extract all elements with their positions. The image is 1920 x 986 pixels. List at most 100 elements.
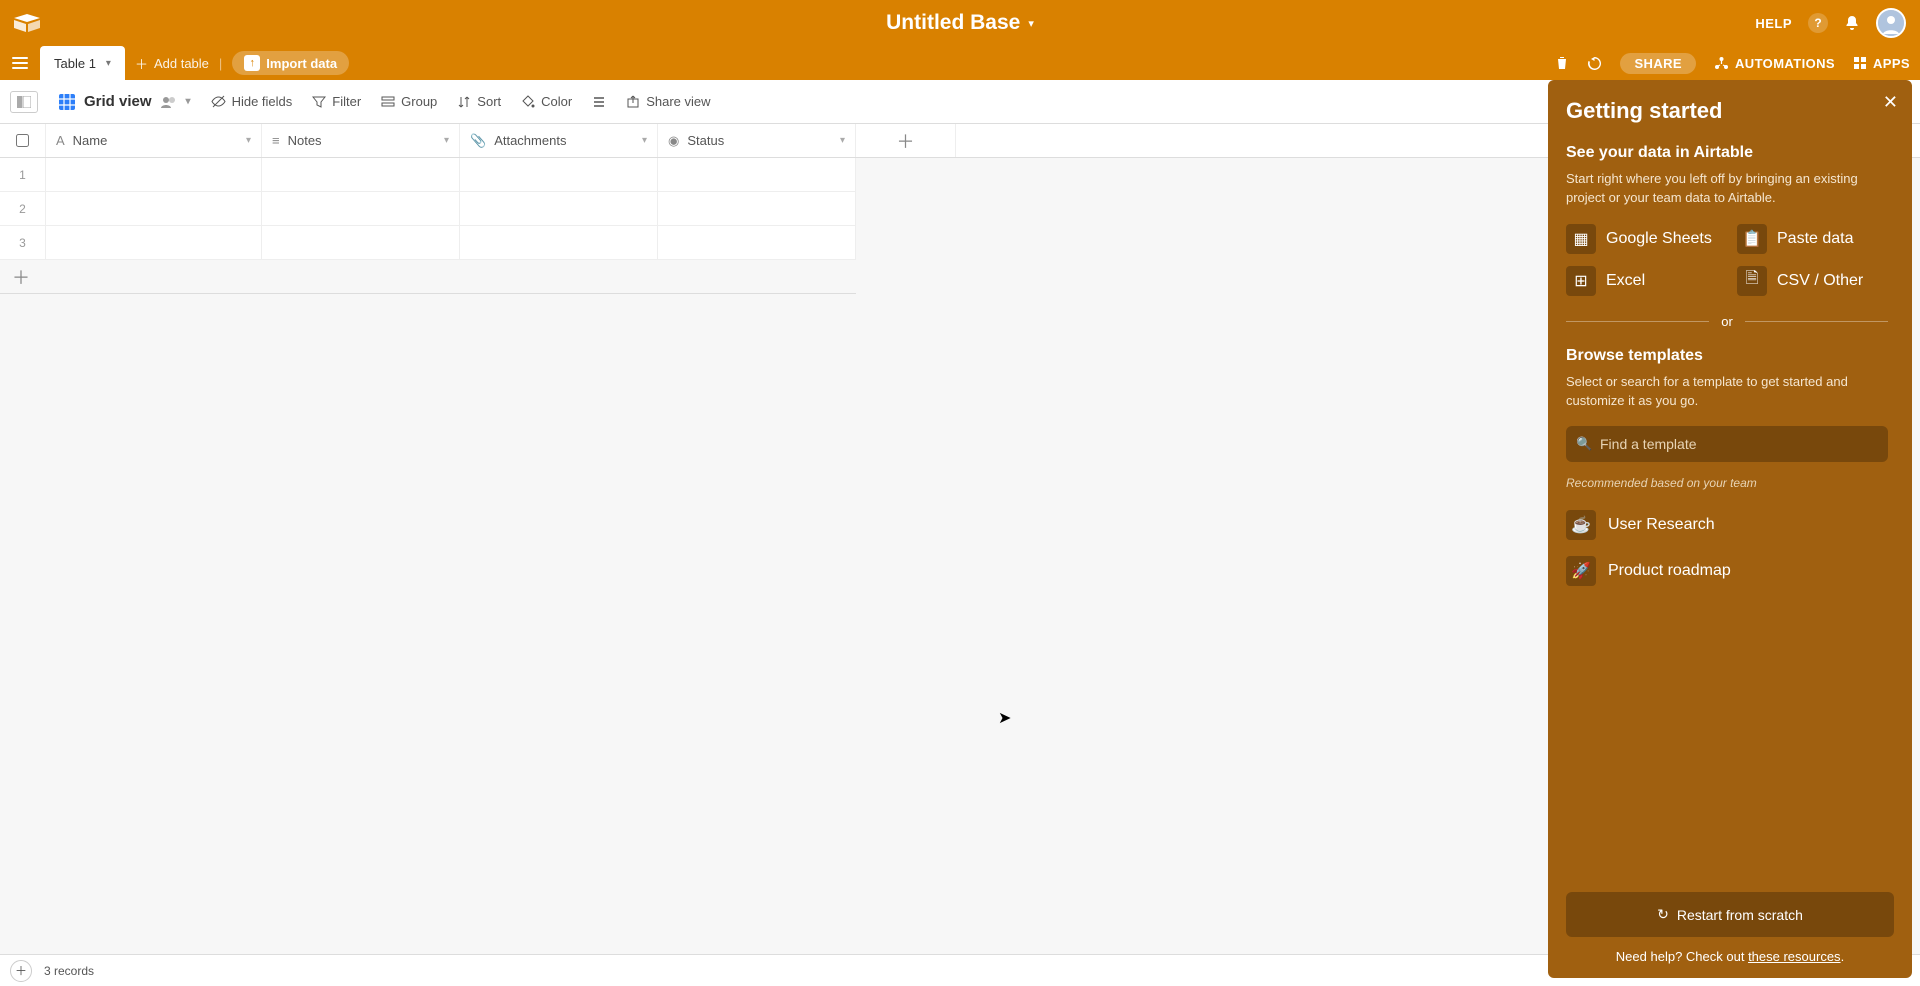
- row-height-icon: [592, 95, 606, 109]
- group-button[interactable]: Group: [381, 94, 437, 109]
- eye-off-icon: [211, 94, 226, 109]
- cell[interactable]: [262, 192, 460, 225]
- recommended-label: Recommended based on your team: [1566, 476, 1888, 490]
- row-number: 3: [0, 226, 46, 259]
- panel-title: Getting started: [1566, 98, 1894, 124]
- apps-button[interactable]: APPS: [1853, 56, 1910, 71]
- cell[interactable]: [46, 158, 262, 191]
- template-product-roadmap[interactable]: 🚀Product roadmap: [1566, 548, 1888, 594]
- import-option-icon: 📋: [1737, 224, 1767, 254]
- cell[interactable]: [46, 226, 262, 259]
- template-search-input[interactable]: [1566, 426, 1888, 462]
- column-header-name[interactable]: AName▾: [46, 124, 262, 157]
- close-panel-button[interactable]: ✕: [1883, 92, 1898, 113]
- column-dropdown-icon[interactable]: ▾: [642, 135, 647, 146]
- share-view-button[interactable]: Share view: [626, 94, 710, 109]
- column-header-attachments[interactable]: 📎Attachments▾: [460, 124, 658, 157]
- column-type-icon: ≡: [272, 133, 280, 148]
- view-sidebar-toggle[interactable]: [10, 91, 38, 113]
- import-option-icon: ▦: [1566, 224, 1596, 254]
- share-icon: [626, 95, 640, 109]
- column-type-icon: A: [56, 133, 65, 148]
- cell[interactable]: [658, 158, 856, 191]
- grid-icon: [58, 93, 76, 111]
- import-option-csv-other[interactable]: 🗎CSV / Other: [1737, 266, 1888, 296]
- column-dropdown-icon[interactable]: ▾: [444, 135, 449, 146]
- cell[interactable]: [262, 226, 460, 259]
- cell[interactable]: [46, 192, 262, 225]
- automations-icon: [1714, 56, 1729, 71]
- separator: |: [219, 56, 222, 71]
- table-row[interactable]: 2: [0, 192, 856, 226]
- row-number: 1: [0, 158, 46, 191]
- upload-icon: ↑: [244, 55, 260, 71]
- automations-button[interactable]: AUTOMATIONS: [1714, 56, 1835, 71]
- table-row[interactable]: 3: [0, 226, 856, 260]
- column-dropdown-icon[interactable]: ▾: [246, 135, 251, 146]
- help-icon[interactable]: ?: [1808, 13, 1828, 33]
- add-row-button[interactable]: ＋: [0, 260, 856, 294]
- history-icon[interactable]: [1587, 56, 1602, 71]
- notifications-icon[interactable]: [1844, 15, 1860, 31]
- base-title-dropdown-icon[interactable]: ▾: [1028, 17, 1034, 30]
- add-table-button[interactable]: ＋ Add table: [135, 54, 209, 73]
- cell[interactable]: [460, 226, 658, 259]
- color-icon: [521, 95, 535, 109]
- row-height-button[interactable]: [592, 95, 606, 109]
- view-caret-icon[interactable]: ▾: [186, 96, 191, 107]
- filter-button[interactable]: Filter: [312, 94, 361, 109]
- column-type-icon: ◉: [668, 133, 679, 149]
- hide-fields-button[interactable]: Hide fields: [211, 94, 293, 109]
- help-resources-link[interactable]: these resources: [1748, 949, 1841, 964]
- sort-icon: [457, 95, 471, 109]
- column-header-notes[interactable]: ≡Notes▾: [262, 124, 460, 157]
- restart-button[interactable]: ↻ Restart from scratch: [1566, 892, 1894, 937]
- cell[interactable]: [658, 226, 856, 259]
- import-option-google-sheets[interactable]: ▦Google Sheets: [1566, 224, 1717, 254]
- column-dropdown-icon[interactable]: ▾: [840, 135, 845, 146]
- hamburger-menu-icon[interactable]: [10, 53, 30, 73]
- template-icon: 🚀: [1566, 556, 1596, 586]
- add-column-button[interactable]: ＋: [856, 124, 956, 157]
- cell[interactable]: [460, 192, 658, 225]
- records-count: 3 records: [44, 964, 94, 978]
- cell[interactable]: [460, 158, 658, 191]
- or-label: or: [1721, 314, 1733, 329]
- column-header-status[interactable]: ◉Status▾: [658, 124, 856, 157]
- user-avatar[interactable]: [1876, 8, 1906, 38]
- import-option-icon: 🗎: [1737, 266, 1767, 296]
- sort-button[interactable]: Sort: [457, 94, 501, 109]
- select-all-checkbox[interactable]: [16, 134, 29, 147]
- getting-started-panel: ✕ Getting started See your data in Airta…: [1548, 80, 1912, 978]
- browse-templates-title: Browse templates: [1566, 347, 1888, 365]
- panel-help-text: Need help? Check out these resources.: [1566, 949, 1894, 964]
- help-link[interactable]: HELP: [1755, 16, 1792, 31]
- cell[interactable]: [658, 192, 856, 225]
- plus-icon: ＋: [135, 54, 148, 73]
- table-tab-dropdown-icon[interactable]: ▾: [106, 58, 111, 69]
- column-type-icon: 📎: [470, 133, 486, 149]
- table-tab[interactable]: Table 1 ▾: [40, 46, 125, 80]
- trash-icon[interactable]: [1555, 56, 1569, 70]
- table-row[interactable]: 1: [0, 158, 856, 192]
- filter-icon: [312, 95, 326, 109]
- base-title[interactable]: Untitled Base: [886, 11, 1020, 35]
- share-button[interactable]: SHARE: [1620, 53, 1696, 74]
- template-user-research[interactable]: ☕User Research: [1566, 502, 1888, 548]
- import-option-excel[interactable]: ⊞Excel: [1566, 266, 1717, 296]
- table-tab-label: Table 1: [54, 56, 96, 71]
- collaborators-icon[interactable]: [160, 95, 178, 109]
- add-record-button[interactable]: ＋: [10, 960, 32, 982]
- apps-icon: [1853, 56, 1867, 70]
- template-icon: ☕: [1566, 510, 1596, 540]
- import-data-button[interactable]: ↑ Import data: [232, 51, 349, 75]
- cell[interactable]: [262, 158, 460, 191]
- airtable-logo-icon[interactable]: [14, 12, 40, 34]
- see-data-title: See your data in Airtable: [1566, 144, 1888, 162]
- row-number: 2: [0, 192, 46, 225]
- view-name-dropdown[interactable]: Grid view ▾: [58, 93, 191, 111]
- see-data-subtitle: Start right where you left off by bringi…: [1566, 170, 1888, 208]
- import-option-paste-data[interactable]: 📋Paste data: [1737, 224, 1888, 254]
- color-button[interactable]: Color: [521, 94, 572, 109]
- group-icon: [381, 95, 395, 109]
